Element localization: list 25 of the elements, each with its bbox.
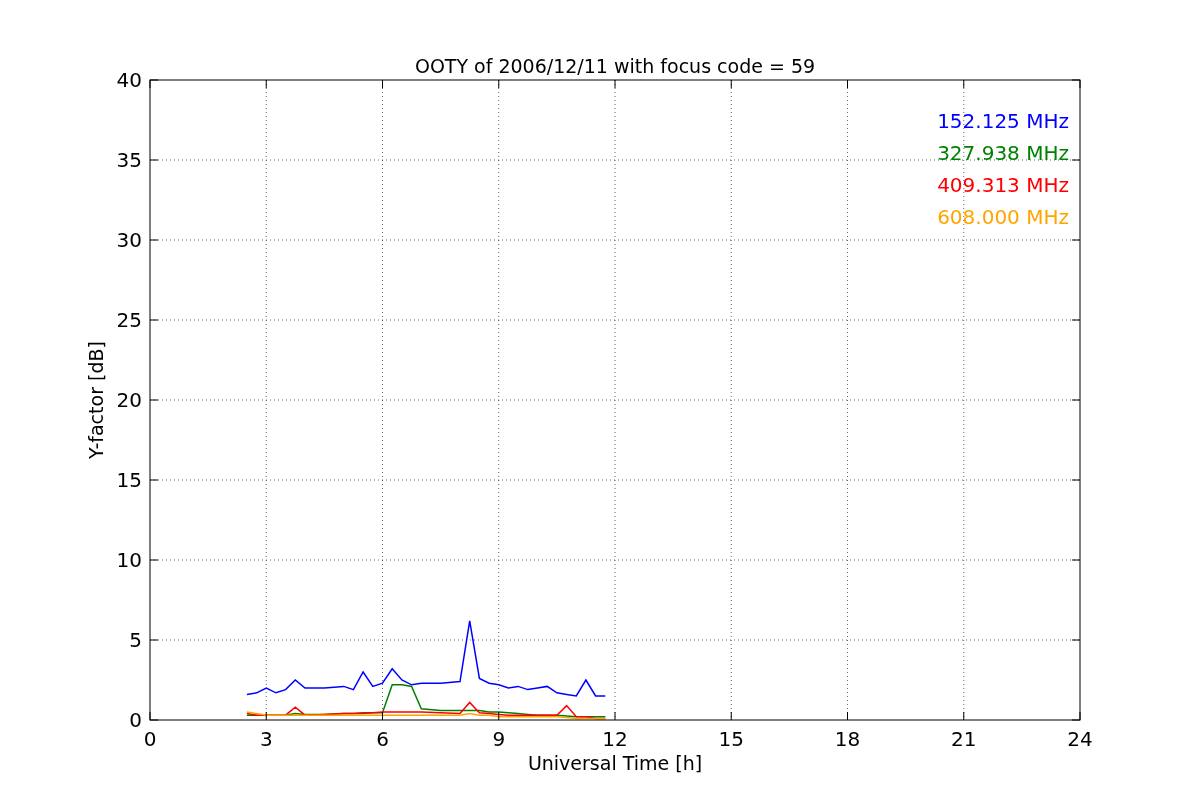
x-tick-label: 9 — [492, 727, 506, 751]
x-tick-label: 24 — [1067, 727, 1093, 751]
x-tick-label: 18 — [834, 727, 861, 751]
y-tick-label: 10 — [116, 548, 142, 572]
x-tick-label: 6 — [376, 727, 389, 751]
y-tick-label: 35 — [116, 148, 142, 172]
x-axis-label: Universal Time [h] — [527, 752, 703, 774]
y-tick-label: 25 — [116, 308, 142, 332]
y-tick-label: 15 — [116, 468, 142, 492]
chart-title: OOTY of 2006/12/11 with focus code = 59 — [414, 55, 816, 77]
y-axis-label: Y-factor [dB] — [85, 341, 107, 459]
x-tick-label: 0 — [143, 727, 157, 751]
x-tick-label: 3 — [259, 727, 273, 751]
x-tick-label: 21 — [951, 727, 977, 751]
legend-entry: 152.125 MHz — [937, 109, 1069, 133]
y-tick-label: 40 — [116, 68, 142, 92]
x-tick-label: 15 — [718, 727, 744, 751]
legend-entry: 608.000 MHz — [937, 205, 1069, 229]
x-tick-label: 12 — [602, 727, 628, 751]
y-tick-label: 0 — [129, 708, 142, 732]
legend-entry: 327.938 MHz — [937, 141, 1069, 165]
y-tick-label: 20 — [116, 388, 142, 412]
y-tick-label: 5 — [129, 628, 142, 652]
y-tick-label: 30 — [116, 228, 142, 252]
legend-entry: 409.313 MHz — [937, 173, 1069, 197]
